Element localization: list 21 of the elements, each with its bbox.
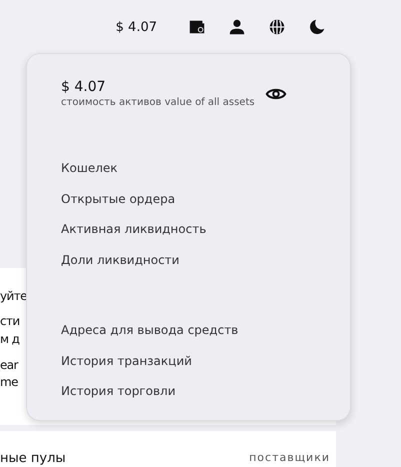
assets-value: $ 4.07	[61, 79, 107, 95]
panel-title: ные пулы	[0, 451, 66, 466]
balance-text: $ 4.07	[116, 20, 157, 34]
menu-item[interactable]: Кошелек	[61, 161, 350, 176]
card-text: уйте	[0, 289, 27, 303]
menu-item[interactable]: Доли ликвидности	[61, 252, 350, 268]
menu-item[interactable]: История торговли	[61, 384, 350, 399]
wallet-icon[interactable]	[188, 18, 206, 36]
menu-item[interactable]: Адреса для вывода средств	[61, 323, 350, 338]
menu-item[interactable]: История транзакций	[61, 354, 350, 368]
column-header: поставщики	[249, 451, 330, 464]
moon-icon[interactable]	[308, 18, 326, 36]
card-text: me	[0, 375, 18, 389]
card-text: м д	[0, 332, 20, 346]
globe-icon[interactable]	[268, 18, 286, 36]
user-icon[interactable]	[228, 18, 246, 36]
card-text: сти	[0, 314, 20, 328]
assets-caption: стоимость активов value of all assets	[61, 97, 255, 108]
card-text: ear	[0, 358, 18, 372]
menu-item[interactable]: Открытые ордера	[61, 192, 350, 206]
menu-item[interactable]: Активная ликвидность	[61, 222, 350, 237]
